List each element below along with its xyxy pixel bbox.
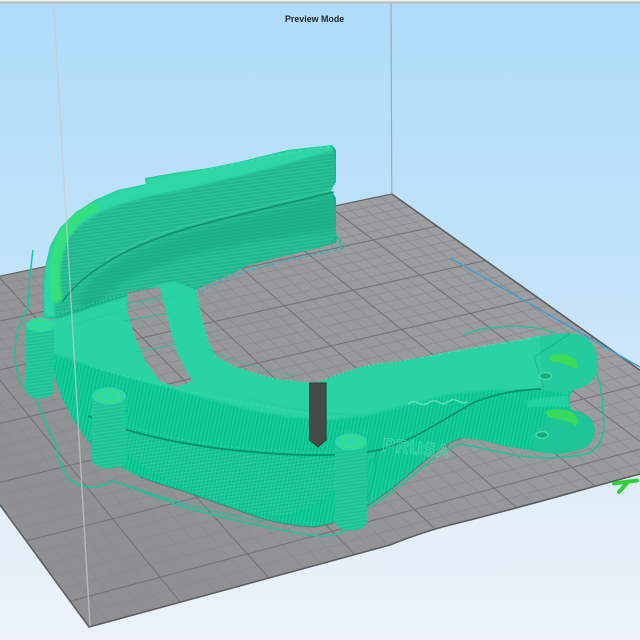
svg-text:Preview Mode: Preview Mode (285, 14, 344, 24)
